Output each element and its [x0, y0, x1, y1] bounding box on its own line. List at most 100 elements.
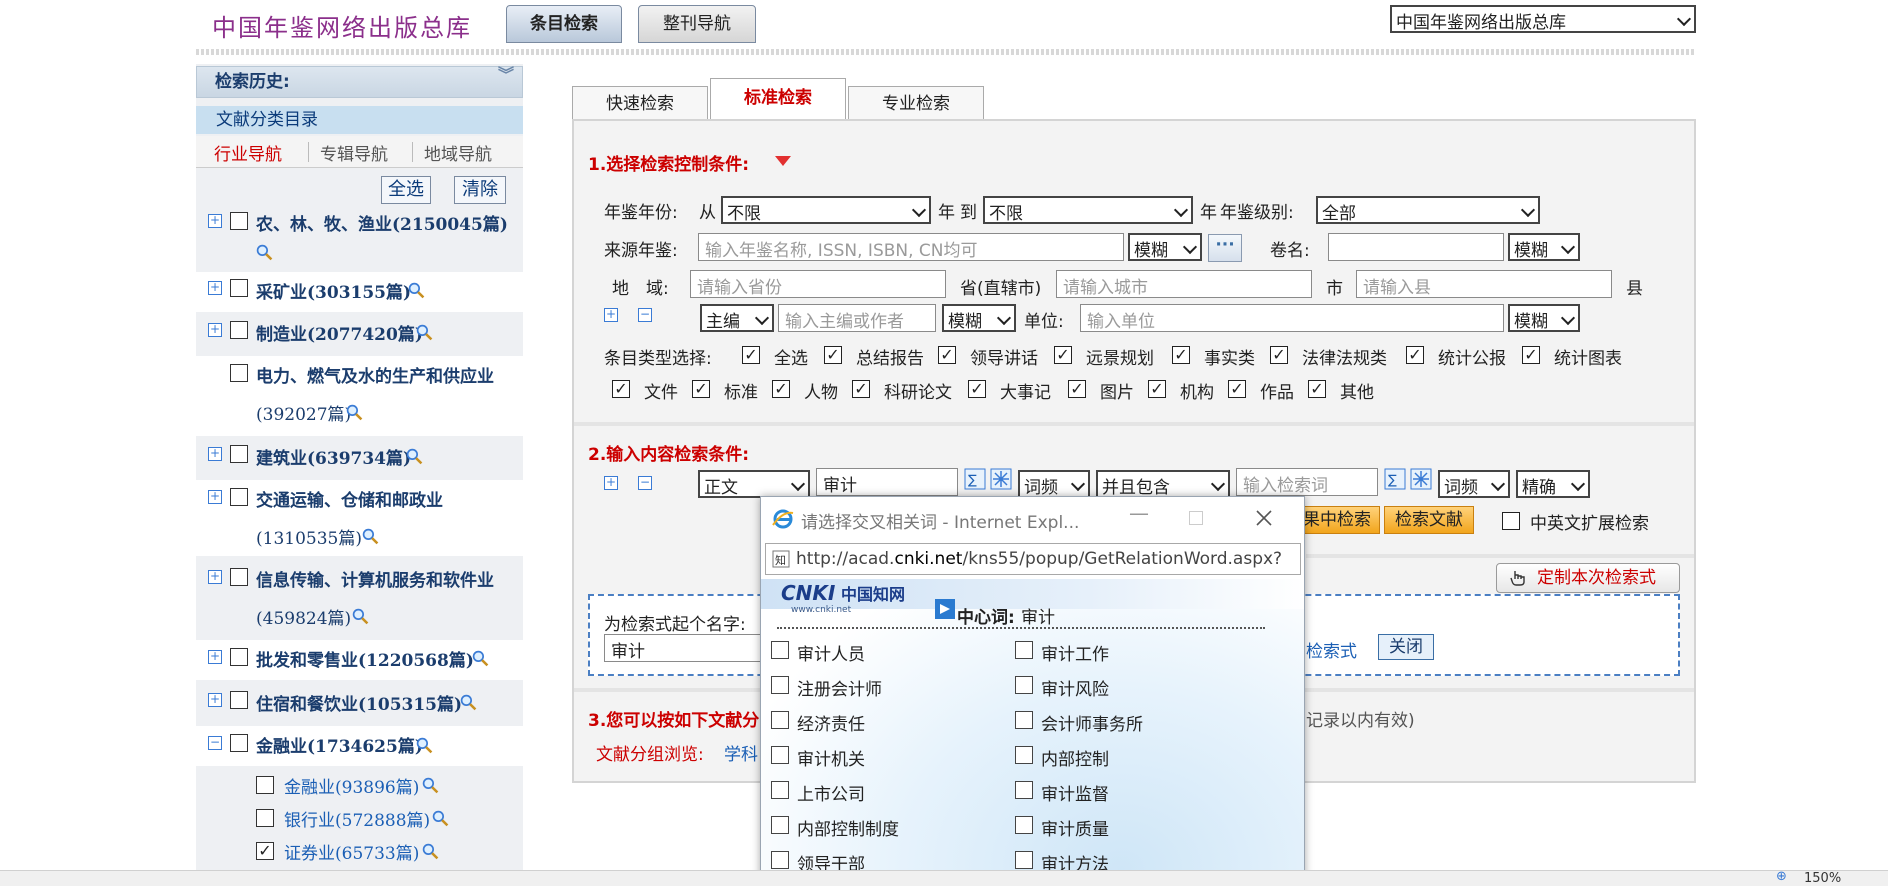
- type-label-item[interactable]: 远景规划: [1086, 344, 1154, 369]
- category-checkbox[interactable]: [230, 445, 248, 463]
- source-match-select[interactable]: 模糊: [1128, 233, 1202, 261]
- subcategory-label[interactable]: 银行业(572888篇): [284, 806, 430, 831]
- add-row-icon[interactable]: +: [604, 308, 618, 322]
- word-label[interactable]: 审计监督: [1041, 780, 1109, 805]
- word-checkbox[interactable]: [771, 816, 789, 834]
- search-icon[interactable]: [416, 737, 433, 754]
- category-label[interactable]: 交通运输、仓储和邮政业: [256, 486, 443, 511]
- word-label[interactable]: 审计机关: [797, 745, 865, 770]
- word-checkbox[interactable]: [771, 851, 789, 869]
- sidebar-nav-region[interactable]: 地域导航: [424, 140, 492, 165]
- category-checkbox[interactable]: [230, 488, 248, 506]
- city-input[interactable]: 请输入城市: [1056, 270, 1312, 298]
- category-row[interactable]: + 交通运输、仓储和邮政业 (1310535篇): [196, 480, 523, 556]
- category-label[interactable]: 制造业(2077420篇): [256, 320, 423, 345]
- library-select[interactable]: 中国年鉴网络出版总库: [1390, 5, 1696, 33]
- category-checkbox[interactable]: [230, 734, 248, 752]
- type-label-item[interactable]: 图片: [1100, 378, 1134, 403]
- field-select[interactable]: 正文: [698, 470, 810, 498]
- word-checkbox[interactable]: [1015, 641, 1033, 659]
- category-count[interactable]: (392027篇): [256, 400, 351, 425]
- editor-match-select[interactable]: 模糊: [942, 304, 1016, 332]
- sidebar-nav-special[interactable]: 专辑导航: [320, 140, 388, 165]
- add-row-icon[interactable]: +: [604, 476, 618, 490]
- group-subject-link[interactable]: 学科: [724, 740, 758, 765]
- chevron-down-icon[interactable]: ︾: [498, 67, 514, 83]
- word-label[interactable]: 注册会计师: [797, 675, 882, 700]
- word-label[interactable]: 审计工作: [1041, 640, 1109, 665]
- expand-icon[interactable]: +: [208, 323, 222, 337]
- unit-input[interactable]: 输入单位: [1080, 304, 1504, 332]
- search-icon[interactable]: [472, 650, 489, 667]
- category-label[interactable]: 采矿业(303155篇): [256, 278, 411, 303]
- query-name-input[interactable]: 审计: [604, 634, 764, 662]
- word-label[interactable]: 内部控制: [1041, 745, 1109, 770]
- search-icon[interactable]: [352, 608, 369, 625]
- word-checkbox[interactable]: [771, 711, 789, 729]
- tab-journal-nav[interactable]: 整刊导航: [638, 5, 756, 43]
- type-checkbox[interactable]: ✓: [692, 380, 710, 398]
- expand-icon[interactable]: +: [208, 281, 222, 295]
- search-icon[interactable]: [422, 843, 439, 860]
- category-row[interactable]: + 农、林、牧、渔业(2150045篇): [196, 206, 523, 272]
- expand-icon[interactable]: +: [208, 650, 222, 664]
- search-icon[interactable]: [362, 528, 379, 545]
- subcategory-checkbox[interactable]: ✓: [256, 842, 274, 860]
- category-label[interactable]: 金融业(1734625篇): [256, 732, 423, 757]
- unit-match-select[interactable]: 模糊: [1508, 304, 1580, 332]
- tab-expert-search[interactable]: 专业检索: [848, 86, 984, 120]
- word-checkbox[interactable]: [1015, 781, 1033, 799]
- close-button[interactable]: 关闭: [1378, 634, 1434, 660]
- word-label[interactable]: 会计师事务所: [1041, 710, 1143, 735]
- year-to-select[interactable]: 不限: [983, 196, 1193, 224]
- subcategory-checkbox[interactable]: [256, 809, 274, 827]
- expand-icon[interactable]: +: [208, 570, 222, 584]
- type-label-item[interactable]: 全选: [774, 344, 808, 369]
- related-word-icon[interactable]: ∑: [964, 468, 986, 490]
- word-checkbox[interactable]: [1015, 851, 1033, 869]
- type-label-item[interactable]: 统计图表: [1554, 344, 1622, 369]
- word-label[interactable]: 内部控制制度: [797, 815, 899, 840]
- category-label[interactable]: 电力、燃气及水的生产和供应业: [256, 362, 494, 387]
- category-count[interactable]: (459824篇): [256, 604, 351, 629]
- search-icon[interactable]: [346, 404, 363, 421]
- subcategory-label[interactable]: 金融业(93896篇): [284, 773, 419, 798]
- category-checkbox[interactable]: [230, 364, 248, 382]
- freq-select-2[interactable]: 词频: [1438, 470, 1510, 498]
- type-label-item[interactable]: 标准: [724, 378, 758, 403]
- type-label-item[interactable]: 统计公报: [1438, 344, 1506, 369]
- type-label-item[interactable]: 人物: [804, 378, 838, 403]
- expand-icon[interactable]: +: [208, 447, 222, 461]
- type-label-item[interactable]: 文件: [644, 378, 678, 403]
- word-label[interactable]: 审计质量: [1041, 815, 1109, 840]
- category-checkbox[interactable]: [230, 321, 248, 339]
- zoom-level[interactable]: 150%: [1804, 871, 1841, 886]
- subcategory-label[interactable]: 证券业(65733篇): [284, 839, 419, 864]
- category-label[interactable]: 住宿和餐饮业(105315篇): [256, 690, 462, 715]
- word-checkbox[interactable]: [1015, 676, 1033, 694]
- sidebar-nav-industry[interactable]: 行业导航: [214, 140, 282, 165]
- match-select[interactable]: 精确: [1516, 470, 1590, 498]
- custom-query-button[interactable]: 定制本次检索式: [1496, 563, 1680, 593]
- type-checkbox[interactable]: ✓: [1148, 380, 1166, 398]
- type-checkbox[interactable]: ✓: [1270, 346, 1288, 364]
- expand-word-icon[interactable]: [990, 468, 1012, 490]
- type-label-item[interactable]: 总结报告: [856, 344, 924, 369]
- editor-type-select[interactable]: 主编: [700, 304, 774, 332]
- type-label-item[interactable]: 科研论文: [884, 378, 952, 403]
- search-icon[interactable]: [422, 777, 439, 794]
- category-checkbox[interactable]: [230, 212, 248, 230]
- category-label[interactable]: 农、林、牧、渔业(2150045篇): [256, 210, 508, 235]
- type-checkbox[interactable]: ✓: [968, 380, 986, 398]
- category-row[interactable]: + 信息传输、计算机服务和软件业 (459824篇): [196, 560, 523, 636]
- category-row[interactable]: − 金融业(1734625篇): [196, 726, 523, 766]
- category-row[interactable]: + 批发和零售业(1220568篇): [196, 640, 523, 680]
- word-checkbox[interactable]: [1015, 816, 1033, 834]
- source-input[interactable]: 输入年鉴名称, ISSN, ISBN, CN均可: [698, 233, 1124, 261]
- category-count[interactable]: (1310535篇): [256, 524, 362, 549]
- type-checkbox[interactable]: ✓: [1068, 380, 1086, 398]
- province-input[interactable]: 请输入省份: [690, 270, 946, 298]
- search-icon[interactable]: [416, 324, 433, 341]
- type-checkbox[interactable]: ✓: [1308, 380, 1326, 398]
- search-history-header[interactable]: 检索历史: ︾: [196, 66, 523, 98]
